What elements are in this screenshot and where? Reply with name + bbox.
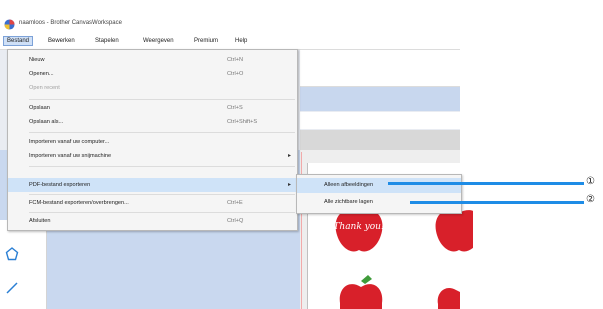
menu-item-new[interactable]: Nieuw Ctrl+N [8,53,297,67]
menu-item-export-pdf[interactable]: PDF-bestand exporteren ▸ [8,178,297,192]
title-bar [0,0,460,34]
apple-artwork[interactable] [338,275,384,309]
menu-separator [29,132,295,133]
menu-item-label: Importeren vanaf uw snijmachine [29,153,112,159]
menu-item-label: PDF-bestand exporteren [29,182,91,188]
menu-item-import-machine[interactable]: Importeren vanaf uw snijmachine ▸ [8,149,297,163]
app-logo-icon [4,19,15,30]
menu-item-shortcut: Ctrl+E [227,200,243,206]
submenu-item-label: Alleen afbeeldingen [324,182,374,188]
apple-text: Thank you! [333,222,385,232]
menu-item-shortcut: Ctrl+Q [227,218,244,224]
menu-item-shortcut: Ctrl+O [227,71,244,77]
menu-help[interactable]: Help [232,37,250,45]
line-tool-icon[interactable] [5,281,19,295]
menu-item-import-computer[interactable]: Importeren vanaf uw computer... [8,135,297,149]
menu-item-label: Nieuw [29,57,45,63]
menu-item-shortcut: Ctrl+S [227,105,243,111]
toolbar [300,50,460,87]
shape-tool-icon[interactable] [5,247,19,261]
menu-item-open-recent: Open recent [8,81,297,95]
pdf-export-submenu: Alleen afbeeldingen Alle zichtbare lagen [296,174,462,214]
toolbar-band [300,112,460,129]
menu-stapelen[interactable]: Stapelen [92,37,122,45]
menu-item-label: Opslaan als... [29,119,64,125]
menu-item-shortcut: Ctrl+Shift+S [227,119,258,125]
menu-item-exit[interactable]: Afsluiten Ctrl+Q [8,214,297,228]
callout-number: ② [586,194,595,205]
menu-separator [29,166,295,167]
menu-item-shortcut: Ctrl+N [227,57,244,63]
menu-bar: Bestand Bewerken Stapelen Weergeven Prem… [0,34,460,50]
submenu-arrow-icon: ▸ [288,153,292,159]
submenu-arrow-icon: ▸ [288,182,292,188]
menu-item-export-fcm[interactable]: FCM-bestand exporteren/overbrengen... Ct… [8,196,297,210]
menu-weergeven[interactable]: Weergeven [140,37,177,45]
menu-item-open[interactable]: Openen... Ctrl+O [8,67,297,81]
apple-artwork[interactable] [436,284,460,309]
menu-item-save-as[interactable]: Opslaan als... Ctrl+Shift+S [8,115,297,129]
window-title: naamloos - Brother CanvasWorkspace [19,20,122,26]
menu-item-label: Opslaan [29,105,50,111]
callout-number: ① [586,176,595,187]
menu-separator [29,99,295,100]
menu-item-label: Open recent [29,85,60,91]
menu-item-label: FCM-bestand exporteren/overbrengen... [29,200,129,206]
menu-bewerken[interactable]: Bewerken [45,37,78,45]
callout-line [410,201,584,204]
menu-premium[interactable]: Premium [191,37,221,45]
ruler-bar [300,130,460,150]
menu-item-label: Openen... [29,71,54,77]
callout-line [388,182,584,185]
menu-item-save[interactable]: Opslaan Ctrl+S [8,101,297,115]
submenu-item-images-only[interactable]: Alleen afbeeldingen [297,178,461,193]
submenu-item-label: Alle zichtbare lagen [324,199,373,205]
tool-strip [0,220,47,309]
toolbar-band [300,87,460,111]
menu-separator [29,194,295,195]
file-menu-dropdown: Nieuw Ctrl+N Openen... Ctrl+O Open recen… [7,49,298,231]
menu-bestand[interactable]: Bestand [3,36,34,46]
menu-item-label: Importeren vanaf uw computer... [29,139,110,145]
menu-item-label: Afsluiten [29,218,51,224]
menu-separator [29,212,295,213]
